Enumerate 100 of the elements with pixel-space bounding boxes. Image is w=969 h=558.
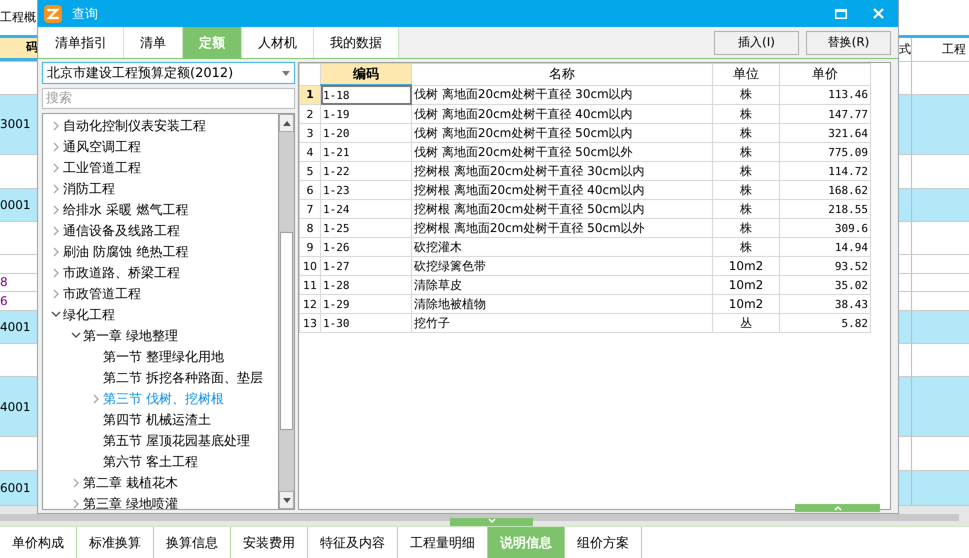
table-cell: 6001 <box>0 481 31 496</box>
table-cell[interactable]: 挖树根 离地面20cm处树干直径 30cm以内 <box>412 162 712 180</box>
tree-item[interactable]: 通风空调工程 <box>43 136 278 157</box>
caret-icon <box>282 70 290 76</box>
table-cell[interactable]: 1-23 <box>320 180 412 200</box>
scroll-down-icon[interactable] <box>282 498 290 502</box>
table-cell[interactable]: 株 <box>712 200 780 218</box>
maximize-icon[interactable] <box>835 8 847 18</box>
tree-item[interactable]: 第五节 屋顶花园基底处理 <box>43 430 278 451</box>
table-cell[interactable]: 10m2 <box>712 276 780 294</box>
table-cell[interactable]: 1-21 <box>320 142 412 162</box>
table-cell[interactable]: 1-24 <box>320 200 412 218</box>
table-cell[interactable]: 14.94 <box>780 238 870 256</box>
table-cell[interactable]: 114.72 <box>780 162 870 180</box>
tree-item[interactable]: 第六节 客土工程 <box>43 451 278 472</box>
table-cell[interactable]: 伐树 离地面20cm处树干直径 50cm以内 <box>412 124 712 142</box>
table-cell: 3001 <box>0 117 31 132</box>
table-cell[interactable]: 1-29 <box>320 294 412 314</box>
table-cell[interactable]: 挖树根 离地面20cm处树干直径 50cm以外 <box>412 218 712 238</box>
action-button[interactable]: 插入(I) <box>714 30 799 54</box>
library-dropdown[interactable]: 北京市建设工程预算定额(2012) <box>42 62 295 84</box>
table-cell[interactable]: 1-30 <box>320 314 412 332</box>
table-cell[interactable]: 挖树根 离地面20cm处树干直径 40cm以内 <box>412 180 712 200</box>
table-cell[interactable]: 清除地被植物 <box>412 294 712 314</box>
row-number: 1 <box>300 85 320 104</box>
table-cell[interactable]: 清除草皮 <box>412 276 712 294</box>
table-cell[interactable]: 218.55 <box>780 200 870 218</box>
row-number: 5 <box>300 162 320 180</box>
table-cell: 0001 <box>0 198 31 212</box>
table-cell[interactable]: 5.82 <box>780 314 870 332</box>
table-cell[interactable]: 775.09 <box>780 142 870 162</box>
table-cell[interactable]: 147.77 <box>780 104 870 124</box>
table-cell[interactable]: 伐树 离地面20cm处树干直径 40cm以内 <box>412 104 712 124</box>
table-cell[interactable]: 株 <box>712 124 780 142</box>
tab[interactable]: 我的数据 <box>314 27 399 58</box>
tab[interactable]: 清单 <box>124 27 183 58</box>
table-cell[interactable]: 丛 <box>712 314 780 332</box>
tree-item[interactable]: 市政道路、桥梁工程 <box>43 262 278 283</box>
scroll-up-icon[interactable] <box>282 120 290 126</box>
table-cell[interactable]: 株 <box>712 162 780 180</box>
table-cell[interactable]: 株 <box>712 142 780 162</box>
table-cell[interactable]: 10m2 <box>712 256 780 276</box>
table-cell[interactable]: 1-20 <box>320 124 412 142</box>
scrollbar[interactable] <box>278 114 294 509</box>
collapse-handle[interactable] <box>450 518 533 526</box>
tree-item[interactable]: 市政管道工程 <box>43 283 278 304</box>
row-number: 6 <box>300 180 320 200</box>
column-header: 工程 <box>942 40 966 58</box>
row-number: 13 <box>300 314 320 332</box>
tree-item[interactable]: 第二节 拆挖各种路面、垫层 <box>43 367 278 388</box>
table-cell[interactable]: 株 <box>712 238 780 256</box>
tab[interactable]: 清单指引 <box>39 27 124 58</box>
row-number: 11 <box>300 276 320 294</box>
tree-item[interactable]: 自动化控制仪表安装工程 <box>43 115 278 136</box>
table-cell[interactable]: 株 <box>712 85 780 104</box>
table-cell[interactable]: 伐树 离地面20cm处树干直径 50cm以外 <box>412 142 712 162</box>
tree-item[interactable]: 通信设备及线路工程 <box>43 220 278 241</box>
tree-item[interactable]: 消防工程 <box>43 178 278 199</box>
table-cell[interactable]: 1-25 <box>320 218 412 238</box>
expand-handle[interactable] <box>795 504 880 512</box>
tab[interactable]: 人材机 <box>242 27 314 58</box>
table-cell[interactable]: 38.43 <box>780 294 870 314</box>
table-cell[interactable]: 砍挖绿篱色带 <box>412 256 712 276</box>
table-cell[interactable]: 1-27 <box>320 256 412 276</box>
table-cell[interactable]: 321.64 <box>780 124 870 142</box>
table-cell[interactable]: 168.62 <box>780 180 870 200</box>
app-logo-icon <box>44 4 62 22</box>
tree-item[interactable]: 第一节 整理绿化用地 <box>43 346 278 367</box>
close-icon[interactable] <box>873 8 884 19</box>
tree-item[interactable]: 刷油 防腐蚀 绝热工程 <box>43 241 278 262</box>
tree-item[interactable]: 工业管道工程 <box>43 157 278 178</box>
scrollbar[interactable] <box>0 514 959 522</box>
table-cell[interactable]: 挖竹子 <box>412 314 712 332</box>
search-field[interactable]: 搜索 <box>42 88 295 109</box>
table-cell[interactable]: 伐树 离地面20cm处树干直径 30cm以内 <box>412 85 712 104</box>
table-cell[interactable]: 1-19 <box>320 104 412 124</box>
table-cell[interactable]: 1-26 <box>320 238 412 256</box>
table-cell[interactable]: 35.02 <box>780 276 870 294</box>
table-cell[interactable]: 砍挖灌木 <box>412 238 712 256</box>
table-cell[interactable]: 株 <box>712 218 780 238</box>
table-cell[interactable]: 113.46 <box>780 85 870 104</box>
tree-item[interactable]: 第四节 机械运渣土 <box>43 409 278 430</box>
table-cell[interactable]: 93.52 <box>780 256 870 276</box>
row-number: 7 <box>300 200 320 218</box>
table-cell[interactable]: 株 <box>712 180 780 200</box>
table-cell[interactable]: 挖树根 离地面20cm处树干直径 50cm以内 <box>412 200 712 218</box>
table-cell: 6 <box>0 294 8 308</box>
action-button[interactable]: 替换(R) <box>806 30 891 54</box>
table-cell[interactable]: 株 <box>712 104 780 124</box>
dialog-title: 查询 <box>72 6 98 22</box>
tree-item[interactable]: 第二章 栽植花木 <box>43 472 278 493</box>
table-cell[interactable]: 1-22 <box>320 162 412 180</box>
table-cell[interactable]: 1-18 <box>320 85 412 104</box>
tree-item[interactable]: 绿化工程 <box>43 304 278 325</box>
table-cell[interactable]: 10m2 <box>712 294 780 314</box>
tree-item[interactable]: 第一章 绿地整理 <box>43 325 278 346</box>
table-cell: 4001 <box>0 400 31 414</box>
table-cell[interactable]: 1-28 <box>320 276 412 294</box>
tree-item[interactable]: 给排水 采暖 燃气工程 <box>43 199 278 220</box>
table-cell[interactable]: 309.6 <box>780 218 870 238</box>
